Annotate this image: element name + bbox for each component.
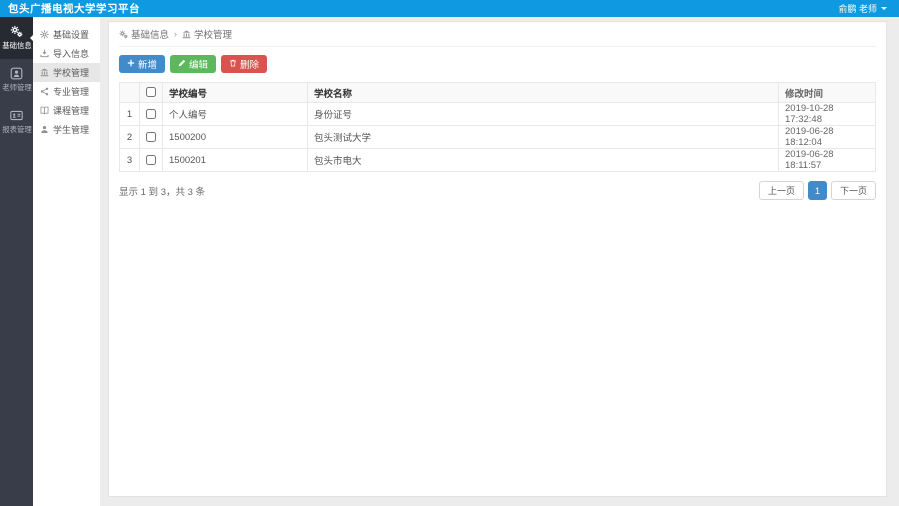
next-page-button[interactable]: 下一页 — [830, 181, 876, 200]
main-area: 基础信息 › 学校管理 新增 编辑 删除 学校编号 学校名称 修改时间 1 个人… — [100, 17, 899, 506]
gear-icon — [40, 30, 49, 39]
submenu-item-label: 导入信息 — [53, 49, 90, 59]
sidebar-item-basic-info[interactable]: 基础信息 — [0, 17, 34, 59]
secondary-sidebar: 基础设置 导入信息 学校管理 专业管理 课程管理 学生管理 — [33, 17, 100, 506]
submenu-item-label: 课程管理 — [53, 106, 90, 116]
submenu-item-label: 学校管理 — [53, 68, 90, 78]
modified-time-cell: 2019-06-28 18:11:57 — [778, 148, 876, 172]
sidebar-item-label: 老师管理 — [1, 83, 32, 92]
school-code-cell: 个人编号 — [162, 102, 308, 126]
delete-button[interactable]: 删除 — [221, 55, 268, 73]
user-menu[interactable]: 俞鹏 老师 — [838, 2, 887, 15]
page-1-button[interactable]: 1 — [807, 181, 827, 200]
breadcrumb-label: 基础信息 — [131, 30, 170, 41]
row-select-cell — [139, 148, 163, 172]
submenu-item-basic-settings[interactable]: 基础设置 — [33, 25, 100, 44]
school-name-cell: 身份证号 — [307, 102, 779, 126]
select-all-checkbox[interactable] — [146, 87, 156, 98]
submenu-item-import-info[interactable]: 导入信息 — [33, 44, 100, 63]
plus-icon — [127, 59, 135, 70]
sidebar-item-label: 基础信息 — [1, 41, 32, 50]
submenu-item-major-mgmt[interactable]: 专业管理 — [33, 82, 100, 101]
table-row[interactable]: 2 1500200 包头测试大学 2019-06-28 18:12:04 — [119, 125, 876, 149]
school-code-cell: 1500200 — [162, 125, 308, 149]
sidebar-item-report-mgmt[interactable]: 报表管理 — [0, 101, 33, 143]
record-summary: 显示 1 到 3，共 3 条 — [119, 186, 206, 198]
submenu-item-label: 专业管理 — [53, 87, 90, 97]
pencil-icon — [178, 59, 186, 70]
school-name-cell: 包头测试大学 — [307, 125, 779, 149]
modified-time-cell: 2019-06-28 18:12:04 — [778, 125, 876, 149]
index-column-header — [119, 82, 140, 103]
pagination: 上一页 1 下一页 — [758, 181, 876, 200]
row-index: 2 — [119, 125, 140, 149]
cogs-icon — [10, 25, 23, 38]
row-index: 3 — [119, 148, 140, 172]
toolbar: 新增 编辑 删除 — [119, 47, 876, 77]
delete-button-label: 删除 — [240, 60, 260, 71]
import-icon — [40, 49, 49, 58]
submenu-item-student-mgmt[interactable]: 学生管理 — [33, 120, 100, 139]
cogs-icon — [119, 30, 128, 39]
teacher-icon — [10, 67, 23, 80]
table-header-row: 学校编号 学校名称 修改时间 — [119, 82, 876, 103]
row-checkbox[interactable] — [146, 154, 156, 165]
schools-table: 学校编号 学校名称 修改时间 1 个人编号 身份证号 2019-10-28 17… — [119, 82, 876, 172]
school-name-cell: 包头市电大 — [307, 148, 779, 172]
modified-time-cell: 2019-10-28 17:32:48 — [778, 102, 876, 126]
trash-icon — [229, 59, 237, 70]
report-icon — [10, 109, 23, 122]
select-all-header — [139, 82, 163, 103]
sidebar-item-teacher-mgmt[interactable]: 老师管理 — [0, 59, 33, 101]
submenu-item-course-mgmt[interactable]: 课程管理 — [33, 101, 100, 120]
table-row[interactable]: 1 个人编号 身份证号 2019-10-28 17:32:48 — [119, 102, 876, 126]
sidebar-item-label: 报表管理 — [1, 125, 32, 134]
app-title: 包头广播电视大学学习平台 — [8, 3, 140, 15]
major-icon — [40, 87, 49, 96]
edit-button[interactable]: 编辑 — [170, 55, 217, 73]
breadcrumb-separator: › — [174, 29, 178, 39]
school-code-header: 学校编号 — [162, 82, 308, 103]
school-code-cell: 1500201 — [162, 148, 308, 172]
caret-down-icon — [881, 7, 887, 13]
row-checkbox[interactable] — [146, 131, 156, 142]
school-name-header: 学校名称 — [307, 82, 779, 103]
breadcrumb-basic-info[interactable]: 基础信息 — [119, 27, 169, 41]
table-row[interactable]: 3 1500201 包头市电大 2019-06-28 18:11:57 — [119, 148, 876, 172]
add-button[interactable]: 新增 — [119, 55, 166, 73]
add-button-label: 新增 — [138, 60, 158, 71]
school-icon — [40, 68, 49, 77]
row-index: 1 — [119, 102, 140, 126]
row-select-cell — [139, 102, 163, 126]
modified-time-header: 修改时间 — [778, 82, 876, 103]
course-icon — [40, 106, 49, 115]
row-checkbox[interactable] — [146, 108, 156, 119]
prev-page-button[interactable]: 上一页 — [758, 181, 804, 200]
submenu-item-label: 基础设置 — [53, 30, 90, 40]
table-footer: 显示 1 到 3，共 3 条 上一页 1 下一页 — [119, 181, 876, 200]
submenu-item-label: 学生管理 — [53, 125, 90, 135]
user-name: 俞鹏 老师 — [838, 4, 877, 14]
primary-sidebar: 基础信息 老师管理 报表管理 — [0, 17, 34, 506]
submenu-item-school-mgmt[interactable]: 学校管理 — [33, 63, 100, 82]
school-icon — [182, 30, 191, 39]
breadcrumb-school-mgmt[interactable]: 学校管理 — [182, 27, 232, 41]
student-icon — [40, 125, 49, 134]
topbar: 包头广播电视大学学习平台 俞鹏 老师 — [0, 0, 899, 17]
breadcrumb: 基础信息 › 学校管理 — [119, 22, 876, 47]
content-card: 基础信息 › 学校管理 新增 编辑 删除 学校编号 学校名称 修改时间 1 个人… — [108, 21, 887, 497]
breadcrumb-label: 学校管理 — [194, 30, 233, 41]
edit-button-label: 编辑 — [189, 60, 209, 71]
row-select-cell — [139, 125, 163, 149]
